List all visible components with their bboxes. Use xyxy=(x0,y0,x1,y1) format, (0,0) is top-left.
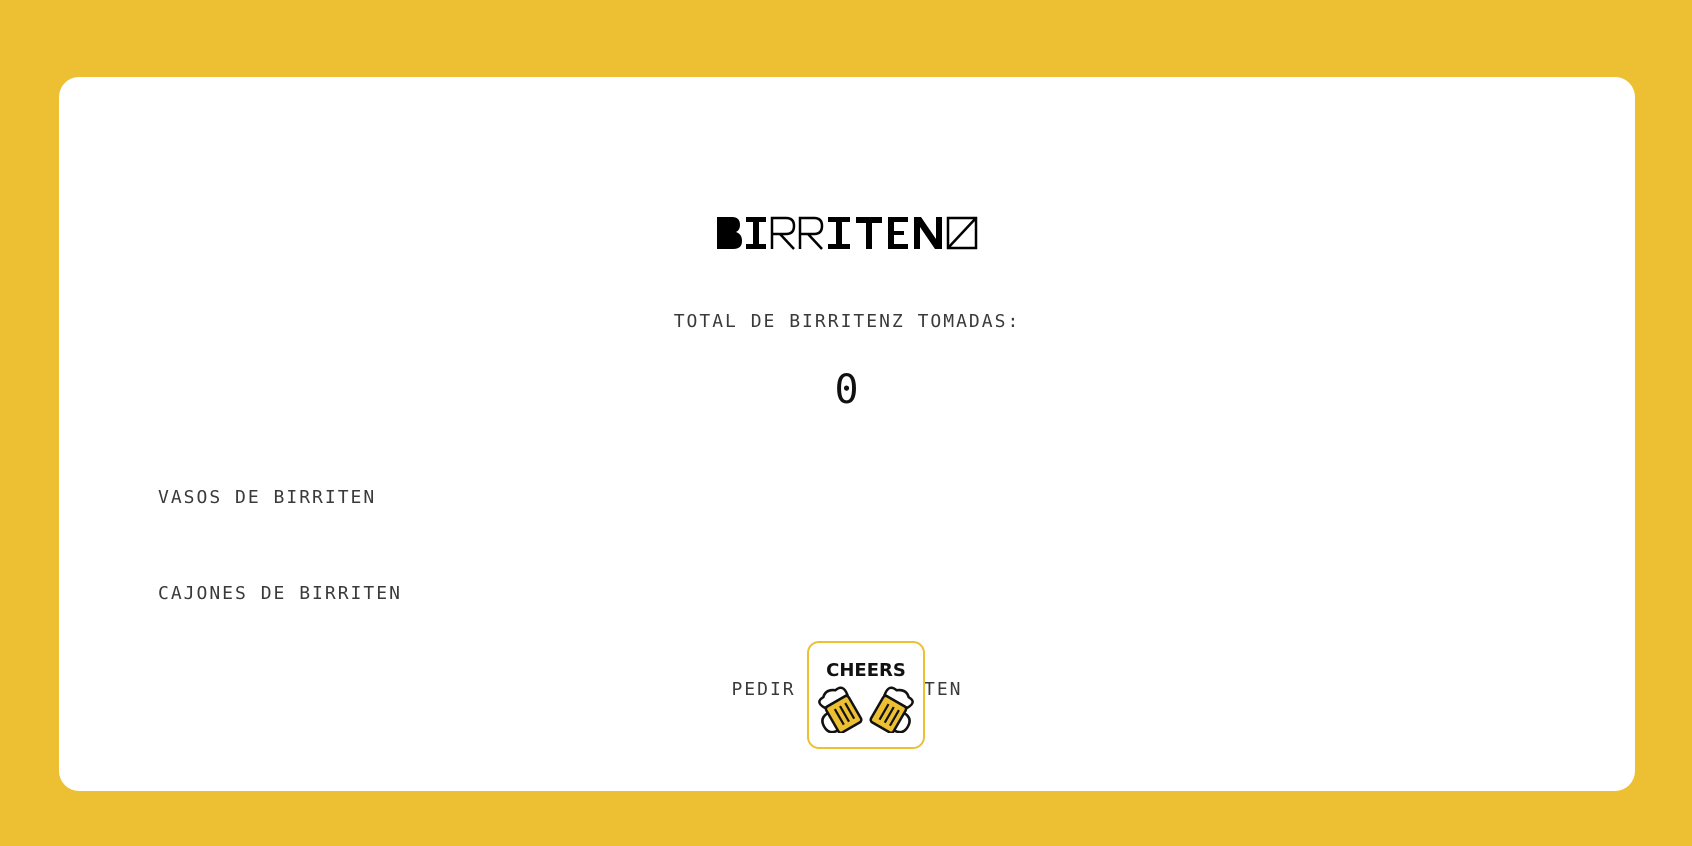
total-counter-value: 0 xyxy=(834,367,860,413)
beer-mugs-icon xyxy=(818,686,914,733)
cheers-button-text: CHEERS xyxy=(826,660,906,681)
logo xyxy=(59,215,1635,255)
vasos-section-label: VASOS DE BIRRITEN xyxy=(158,487,377,508)
birritenz-logo xyxy=(717,216,978,250)
cajones-section-label: CAJONES DE BIRRITEN xyxy=(158,583,402,604)
total-label: TOTAL DE BIRRITENZ TOMADAS: xyxy=(673,311,1021,332)
cheers-button[interactable]: CHEERS xyxy=(807,641,925,749)
